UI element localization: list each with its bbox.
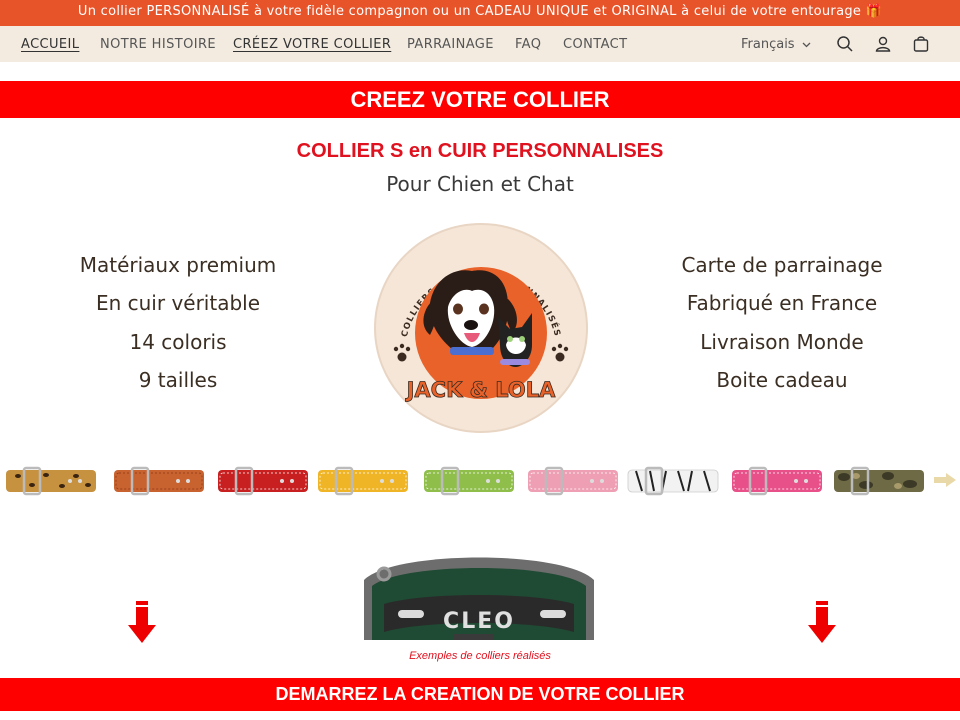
search-icon[interactable] [836, 35, 854, 53]
start-creation-button[interactable]: DEMARREZ LA CREATION DE VOTRE COLLIER [0, 678, 960, 711]
brand-logo: COLLIERS EN CUIR PERSONNALISÉS JACK & LO… [374, 223, 588, 433]
announcement-bar: Un collier PERSONNALISÉ à votre fidèle c… [0, 0, 960, 26]
arrow-down-icon [128, 601, 156, 643]
feature-left-2: En cuir véritable [95, 291, 261, 315]
language-selector[interactable]: Français [741, 37, 811, 52]
nav-item-parrainage[interactable]: PARRAINAGE [407, 37, 494, 52]
nav-item-accueil[interactable]: ACCUEIL [21, 37, 79, 52]
feature-left-4: 9 tailles [138, 368, 218, 392]
page-title-banner: CREEZ VOTRE COLLIER [0, 81, 960, 118]
product-example-image: CLEO [354, 540, 604, 640]
nav-item-contact[interactable]: CONTACT [563, 37, 627, 52]
main-nav: ACCUEIL NOTRE HISTOIRE CRÉEZ VOTRE COLLI… [0, 26, 960, 62]
nav-item-faq[interactable]: FAQ [515, 37, 541, 52]
collar-swatch-zebra[interactable] [626, 462, 720, 498]
collar-swatch-yellow[interactable] [316, 462, 410, 498]
feature-right-2: Fabriqué en France [686, 291, 878, 315]
collar-swatch-pink[interactable] [526, 462, 620, 498]
hero-tagline: Pour Chien et Chat [386, 172, 574, 196]
nav-item-notre-histoire[interactable]: NOTRE HISTOIRE [100, 37, 216, 52]
feature-left-3: 14 coloris [129, 330, 227, 354]
feature-right-4: Boite cadeau [716, 368, 848, 392]
chevron-down-icon [802, 42, 811, 47]
feature-right-3: Livraison Monde [700, 330, 864, 354]
nav-item-creez-votre-collier[interactable]: CRÉEZ VOTRE COLLIER [233, 37, 391, 52]
collar-swatch-red[interactable] [216, 462, 310, 498]
collar-swatch-camo[interactable] [832, 462, 926, 498]
collar-swatch-cognac[interactable] [112, 462, 206, 498]
arrow-down-icon [808, 601, 836, 643]
collar-swatch-leopard[interactable] [4, 462, 98, 498]
product-engraving-text: CLEO [443, 609, 515, 634]
feature-right-1: Carte de parrainage [681, 253, 883, 277]
language-label: Français [741, 37, 795, 52]
cart-icon[interactable] [912, 35, 930, 53]
feature-left-1: Matériaux premium [79, 253, 277, 277]
collar-swatch-green[interactable] [422, 462, 516, 498]
carousel-next-arrow-icon[interactable] [933, 472, 957, 488]
hero-subtitle: COLLIER S en CUIR PERSONNALISES [296, 140, 664, 162]
examples-caption: Exemples de colliers réalisés [409, 650, 551, 662]
account-icon[interactable] [874, 35, 892, 53]
logo-brand-name: JACK & LOLA [405, 378, 557, 402]
collar-swatch-fuchsia[interactable] [730, 462, 824, 498]
